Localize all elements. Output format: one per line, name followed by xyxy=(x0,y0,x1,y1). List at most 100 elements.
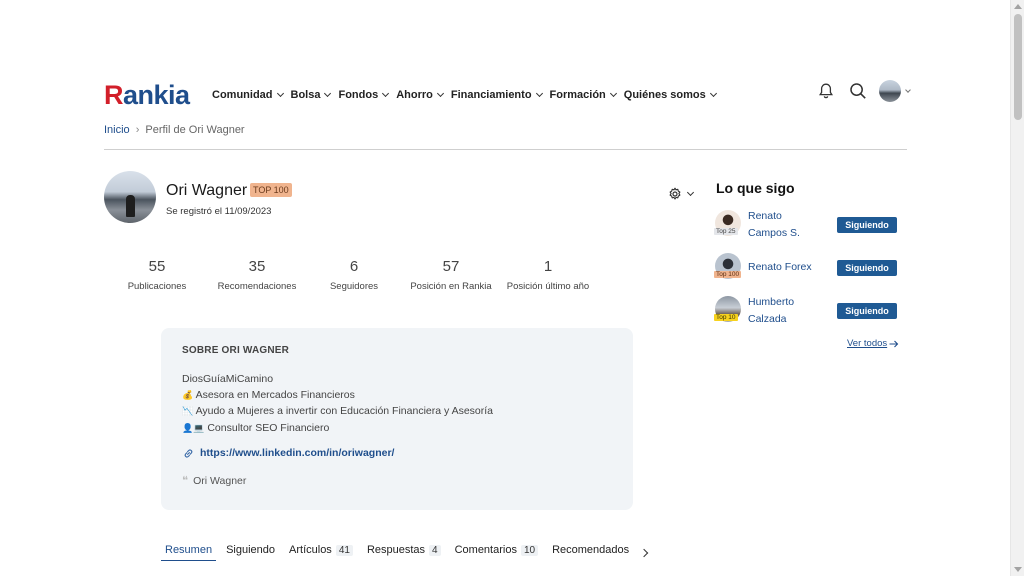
following-button[interactable]: Siguiendo xyxy=(837,303,897,319)
tab-count: 10 xyxy=(520,544,539,556)
bio-line: 📉 Ayudo a Mujeres a invertir con Educaci… xyxy=(182,403,493,419)
stat-value: 1 xyxy=(543,258,553,275)
followed-name-line: Campos S. xyxy=(748,226,800,239)
following-item: Top 100 Renato Forex Siguiendo xyxy=(714,251,897,285)
following-item: Top 25 Renato Campos S. Siguiendo xyxy=(714,208,897,242)
scroll-down-icon[interactable] xyxy=(1014,567,1022,572)
tab-comentarios[interactable]: Comentarios 10 xyxy=(451,544,542,561)
about-title: SOBRE ORI WAGNER xyxy=(182,345,290,356)
stat-label: Posición último año xyxy=(506,281,590,292)
profile-settings-button[interactable] xyxy=(668,187,695,201)
chevron-down-icon xyxy=(709,89,717,98)
nav-item-label: Formación xyxy=(549,89,606,101)
stat-label: Seguidores xyxy=(329,281,379,292)
stat-label: Recomendaciones xyxy=(217,281,297,292)
tab-siguiendo[interactable]: Siguiendo xyxy=(222,544,279,561)
bio-line: 💰 Asesora en Mercados Financieros xyxy=(182,387,493,403)
nav-item-fondos[interactable]: Fondos xyxy=(338,89,390,101)
followed-name[interactable]: Renato Forex xyxy=(748,259,812,276)
logo-letter: R xyxy=(104,79,124,110)
page-scrollbar[interactable] xyxy=(1010,0,1024,576)
nav-item-label: Comunidad xyxy=(212,89,273,101)
chevron-down-icon xyxy=(436,89,444,98)
stat-publicaciones[interactable]: 55 Publicaciones xyxy=(104,258,210,292)
bio: DiosGuíaMiCamino 💰 Asesora en Mercados F… xyxy=(182,371,493,436)
nav-item-label: Fondos xyxy=(338,89,379,101)
nav-item-bolsa[interactable]: Bolsa xyxy=(291,89,332,101)
followed-name-line: Renato Forex xyxy=(748,261,812,273)
chart-icon: 📉 xyxy=(182,406,194,417)
profile-name: Ori Wagner xyxy=(166,182,248,199)
bio-text: Asesora en Mercados Financieros xyxy=(195,389,355,402)
user-avatar[interactable] xyxy=(879,80,901,102)
chevron-right-icon[interactable] xyxy=(639,548,649,558)
top-badge: TOP 100 xyxy=(250,183,292,197)
tab-label: Artículos xyxy=(289,544,332,556)
tab-respuestas[interactable]: Respuestas 4 xyxy=(363,544,445,561)
gear-icon xyxy=(669,187,681,200)
nav-item-formacion[interactable]: Formación xyxy=(549,89,617,101)
header-divider xyxy=(104,149,907,150)
stat-label: Publicaciones xyxy=(127,281,187,292)
stat-posicion-rankia[interactable]: 57 Posición en Rankia xyxy=(404,258,498,292)
tab-recomendados[interactable]: Recomendados xyxy=(548,544,633,561)
about-card: SOBRE ORI WAGNER DiosGuíaMiCamino 💰 Ases… xyxy=(161,328,633,510)
mention-name: Ori Wagner xyxy=(193,474,247,487)
bio-text: DiosGuíaMiCamino xyxy=(182,373,274,385)
breadcrumb: Inicio › Perfil de Ori Wagner xyxy=(104,124,245,136)
chevron-down-icon[interactable] xyxy=(905,87,911,93)
arrow-right-icon xyxy=(889,340,899,347)
site-header: Rank ia Comunidad Bolsa Fondos Ahorro Fin… xyxy=(104,78,911,112)
followed-name-line: Renato xyxy=(748,210,782,222)
tab-resumen[interactable]: Resumen xyxy=(161,544,217,561)
stat-posicion-ultimo-ano[interactable]: 1 Posición último año xyxy=(498,258,598,292)
search-icon[interactable] xyxy=(847,80,869,102)
followed-name[interactable]: Humberto Calzada xyxy=(748,294,794,327)
chevron-down-icon xyxy=(609,89,617,98)
user-laptop-icon: 👤💻 xyxy=(182,422,205,433)
chevron-down-icon xyxy=(686,188,695,197)
see-all-label: Ver todos xyxy=(847,338,888,349)
nav-item-label: Ahorro xyxy=(396,89,433,101)
followed-name-line: Humberto xyxy=(748,296,795,308)
rank-badge: Top 25 xyxy=(714,228,738,235)
rank-badge: Top 100 xyxy=(714,271,742,278)
profile-avatar xyxy=(104,171,156,223)
page: Rank ia Comunidad Bolsa Fondos Ahorro Fin… xyxy=(0,0,1024,576)
rank-badge: Top 10 xyxy=(714,314,738,321)
stat-recomendaciones[interactable]: 35 Recomendaciones xyxy=(210,258,304,292)
tab-label: Recomendados xyxy=(552,544,630,556)
tab-count: 41 xyxy=(335,544,353,556)
chevron-down-icon xyxy=(276,89,284,98)
tab-label: Siguiendo xyxy=(226,544,276,556)
bio-line: DiosGuíaMiCamino xyxy=(182,371,493,387)
following-button[interactable]: Siguiendo xyxy=(837,260,897,276)
tab-label: Comentarios xyxy=(454,544,517,556)
author-mention: ❛❛ Ori Wagner xyxy=(182,474,247,488)
followed-name-line: Calzada xyxy=(748,312,787,325)
nav-item-comunidad[interactable]: Comunidad xyxy=(212,89,284,101)
nav-item-financiamiento[interactable]: Financiamiento xyxy=(451,89,543,101)
stat-seguidores[interactable]: 6 Seguidores xyxy=(304,258,404,292)
nav-item-ahorro[interactable]: Ahorro xyxy=(396,89,444,101)
scroll-thumb[interactable] xyxy=(1014,14,1022,120)
following-button[interactable]: Siguiendo xyxy=(837,217,897,233)
tab-count: 4 xyxy=(429,544,441,556)
link-icon xyxy=(184,448,193,458)
chevron-down-icon xyxy=(382,89,390,98)
scroll-up-icon[interactable] xyxy=(1014,4,1022,9)
following-item: Top 10 Humberto Calzada Siguiendo xyxy=(714,294,897,328)
followed-name[interactable]: Renato Campos S. xyxy=(748,208,800,241)
see-all-link[interactable]: Ver todos xyxy=(847,338,899,349)
profile-stats: 55 Publicaciones 35 Recomendaciones 6 Se… xyxy=(104,258,598,292)
tab-articulos[interactable]: Artículos 41 xyxy=(285,544,357,561)
money-bag-icon: 💰 xyxy=(182,390,194,401)
bell-icon[interactable] xyxy=(815,80,837,102)
avatar-figure xyxy=(126,195,135,217)
linkedin-link[interactable]: https://www.linkedin.com/in/oriwagner/ xyxy=(200,447,394,459)
rankia-logo[interactable]: Rank ia xyxy=(104,80,204,111)
bio-text: Consultor SEO Financiero xyxy=(207,421,330,434)
breadcrumb-home[interactable]: Inicio xyxy=(104,124,130,136)
main-nav: Comunidad Bolsa Fondos Ahorro Financiami… xyxy=(212,89,724,101)
nav-item-quienes-somos[interactable]: Quiénes somos xyxy=(624,89,717,101)
